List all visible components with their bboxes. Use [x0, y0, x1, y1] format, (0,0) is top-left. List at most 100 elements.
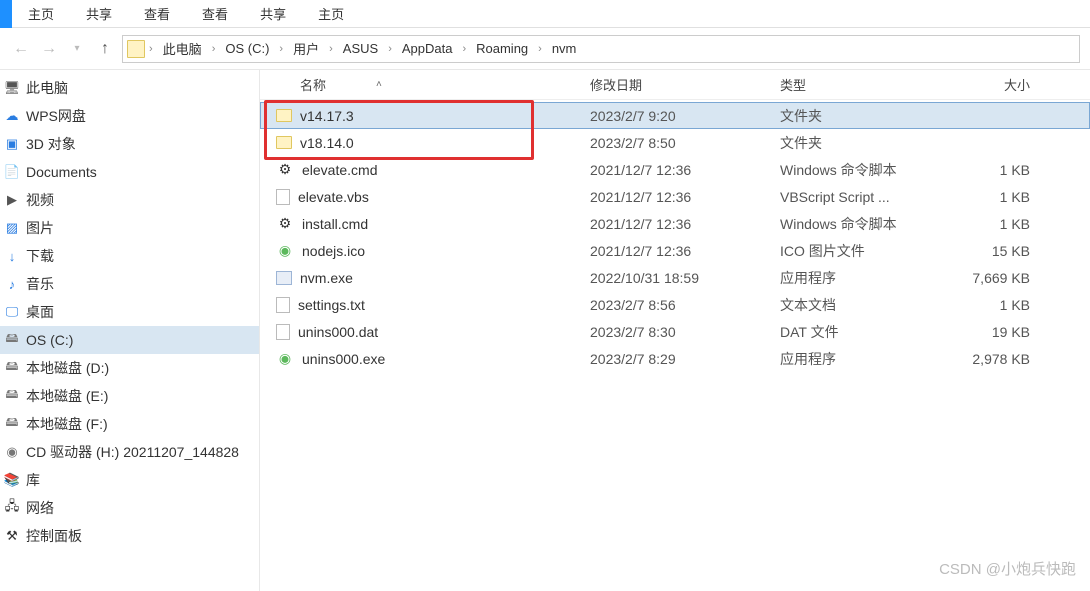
ribbon-tab-2[interactable]: 查看 [186, 0, 244, 27]
nav-forward-button[interactable]: → [38, 38, 60, 60]
file-date: 2021/12/7 12:36 [590, 189, 780, 205]
chevron-right-icon[interactable]: › [460, 43, 468, 55]
chevron-right-icon[interactable]: › [277, 43, 285, 55]
file-size: 19 KB [960, 324, 1040, 340]
file-name: unins000.dat [298, 324, 378, 340]
sidebar-item[interactable]: 桌面 [0, 298, 259, 326]
address-bar[interactable]: › 此电脑›OS (C:)›用户›ASUS›AppData›Roaming›nv… [122, 35, 1080, 63]
breadcrumb-segment[interactable]: 此电脑 [157, 37, 208, 60]
file-row[interactable]: nodejs.ico 2021/12/7 12:36 ICO 图片文件 15 K… [260, 237, 1090, 264]
file-name: nodejs.ico [302, 243, 365, 259]
file-row[interactable]: install.cmd 2021/12/7 12:36 Windows 命令脚本… [260, 210, 1090, 237]
file-row[interactable]: v14.17.3 2023/2/7 9:20 文件夹 [260, 102, 1090, 129]
file-icon [276, 189, 290, 205]
sidebar-item[interactable]: CD 驱动器 (H:) 20211207_144828 [0, 438, 259, 466]
breadcrumb-segment[interactable]: AppData [396, 39, 459, 58]
nav-up-button[interactable]: ↑ [94, 38, 116, 60]
panel-icon [4, 528, 20, 544]
file-row[interactable]: unins000.exe 2023/2/7 8:29 应用程序 2,978 KB [260, 345, 1090, 372]
file-name: elevate.vbs [298, 189, 369, 205]
file-name: v18.14.0 [300, 135, 354, 151]
breadcrumb-segment[interactable]: ASUS [337, 39, 384, 58]
column-name[interactable]: 名称 ˄ [300, 75, 590, 94]
file-list-pane: 名称 ˄ 修改日期 类型 大小 v14.17.3 2023/2/7 9:20 文… [260, 70, 1090, 591]
file-tab-accent[interactable] [0, 0, 12, 28]
file-type: 文本文档 [780, 295, 960, 315]
sidebar-item[interactable]: 本地磁盘 (F:) [0, 410, 259, 438]
sidebar-item[interactable]: 控制面板 [0, 522, 259, 550]
file-rows: v14.17.3 2023/2/7 9:20 文件夹 v18.14.0 2023… [260, 100, 1090, 372]
column-headers[interactable]: 名称 ˄ 修改日期 类型 大小 [260, 70, 1090, 100]
file-row[interactable]: elevate.cmd 2021/12/7 12:36 Windows 命令脚本… [260, 156, 1090, 183]
breadcrumb-segment[interactable]: 用户 [287, 37, 325, 60]
file-size: 1 KB [960, 216, 1040, 232]
chevron-right-icon[interactable]: › [536, 43, 544, 55]
file-size: 1 KB [960, 189, 1040, 205]
ribbon-tab-1[interactable]: 共享 [70, 0, 128, 27]
ico-green-icon [276, 242, 294, 260]
lib-icon [4, 472, 20, 488]
cube-icon [4, 136, 20, 152]
sidebar-item[interactable]: 网络 [0, 494, 259, 522]
cd-icon [4, 444, 20, 460]
folder-icon [127, 40, 145, 58]
file-date: 2023/2/7 8:50 [590, 135, 780, 151]
breadcrumb-segment[interactable]: nvm [546, 39, 583, 58]
file-type: DAT 文件 [780, 322, 960, 342]
chevron-right-icon[interactable]: › [210, 43, 218, 55]
ribbon-tab-0[interactable]: 主页 [12, 0, 70, 27]
nav-back-button[interactable]: ← [10, 38, 32, 60]
file-name: v14.17.3 [300, 108, 354, 124]
sidebar-item[interactable]: 本地磁盘 (D:) [0, 354, 259, 382]
column-type[interactable]: 类型 [780, 75, 960, 94]
sidebar-item[interactable]: WPS网盘 [0, 102, 259, 130]
breadcrumb-segment[interactable]: OS (C:) [219, 39, 275, 58]
sidebar-item-label: 库 [26, 470, 40, 490]
file-row[interactable]: unins000.dat 2023/2/7 8:30 DAT 文件 19 KB [260, 318, 1090, 345]
nav-recent-dropdown[interactable]: ▾ [66, 38, 88, 60]
ico-green-icon [276, 350, 294, 368]
sort-ascending-icon: ˄ [376, 79, 382, 90]
file-name: nvm.exe [300, 270, 353, 286]
file-type: VBScript Script ... [780, 189, 960, 205]
sidebar-item-label: 音乐 [26, 274, 54, 294]
breadcrumb-segment[interactable]: Roaming [470, 39, 534, 58]
sidebar-item[interactable]: 图片 [0, 214, 259, 242]
file-row[interactable]: settings.txt 2023/2/7 8:56 文本文档 1 KB [260, 291, 1090, 318]
file-size: 1 KB [960, 162, 1040, 178]
sidebar-item[interactable]: 下载 [0, 242, 259, 270]
sidebar-item-label: Documents [26, 164, 97, 180]
sidebar-item[interactable]: 本地磁盘 (E:) [0, 382, 259, 410]
chevron-right-icon[interactable]: › [147, 43, 155, 55]
sidebar-item[interactable]: 此电脑 [0, 74, 259, 102]
sidebar-item[interactable]: 库 [0, 466, 259, 494]
file-name: install.cmd [302, 216, 368, 232]
nav-pane[interactable]: 此电脑 WPS网盘 3D 对象 Documents 视频 图片 下载 音乐 桌面… [0, 70, 260, 591]
file-row[interactable]: v18.14.0 2023/2/7 8:50 文件夹 [260, 129, 1090, 156]
ribbon-tab-1[interactable]: 共享 [244, 0, 302, 27]
pc-icon [4, 80, 20, 96]
gear-icon [276, 215, 294, 233]
sidebar-item[interactable]: OS (C:) [0, 326, 259, 354]
chevron-right-icon[interactable]: › [327, 43, 335, 55]
ribbon-tab-2[interactable]: 查看 [128, 0, 186, 27]
column-date[interactable]: 修改日期 [590, 75, 780, 94]
cloud-icon [4, 108, 20, 124]
disk-icon [4, 360, 20, 376]
sidebar-item[interactable]: 音乐 [0, 270, 259, 298]
sidebar-item-label: 本地磁盘 (E:) [26, 386, 108, 406]
down-icon [4, 248, 20, 264]
file-type: 文件夹 [780, 133, 960, 153]
file-name: unins000.exe [302, 351, 385, 367]
sidebar-item-label: 视频 [26, 190, 54, 210]
sidebar-item[interactable]: Documents [0, 158, 259, 186]
column-size[interactable]: 大小 [960, 75, 1040, 94]
ribbon-tab-0[interactable]: 主页 [302, 0, 360, 27]
sidebar-item-label: 此电脑 [26, 78, 68, 98]
file-row[interactable]: elevate.vbs 2021/12/7 12:36 VBScript Scr… [260, 183, 1090, 210]
file-row[interactable]: nvm.exe 2022/10/31 18:59 应用程序 7,669 KB [260, 264, 1090, 291]
sidebar-item[interactable]: 视频 [0, 186, 259, 214]
chevron-right-icon[interactable]: › [386, 43, 394, 55]
sidebar-item[interactable]: 3D 对象 [0, 130, 259, 158]
desk-icon [4, 304, 20, 320]
